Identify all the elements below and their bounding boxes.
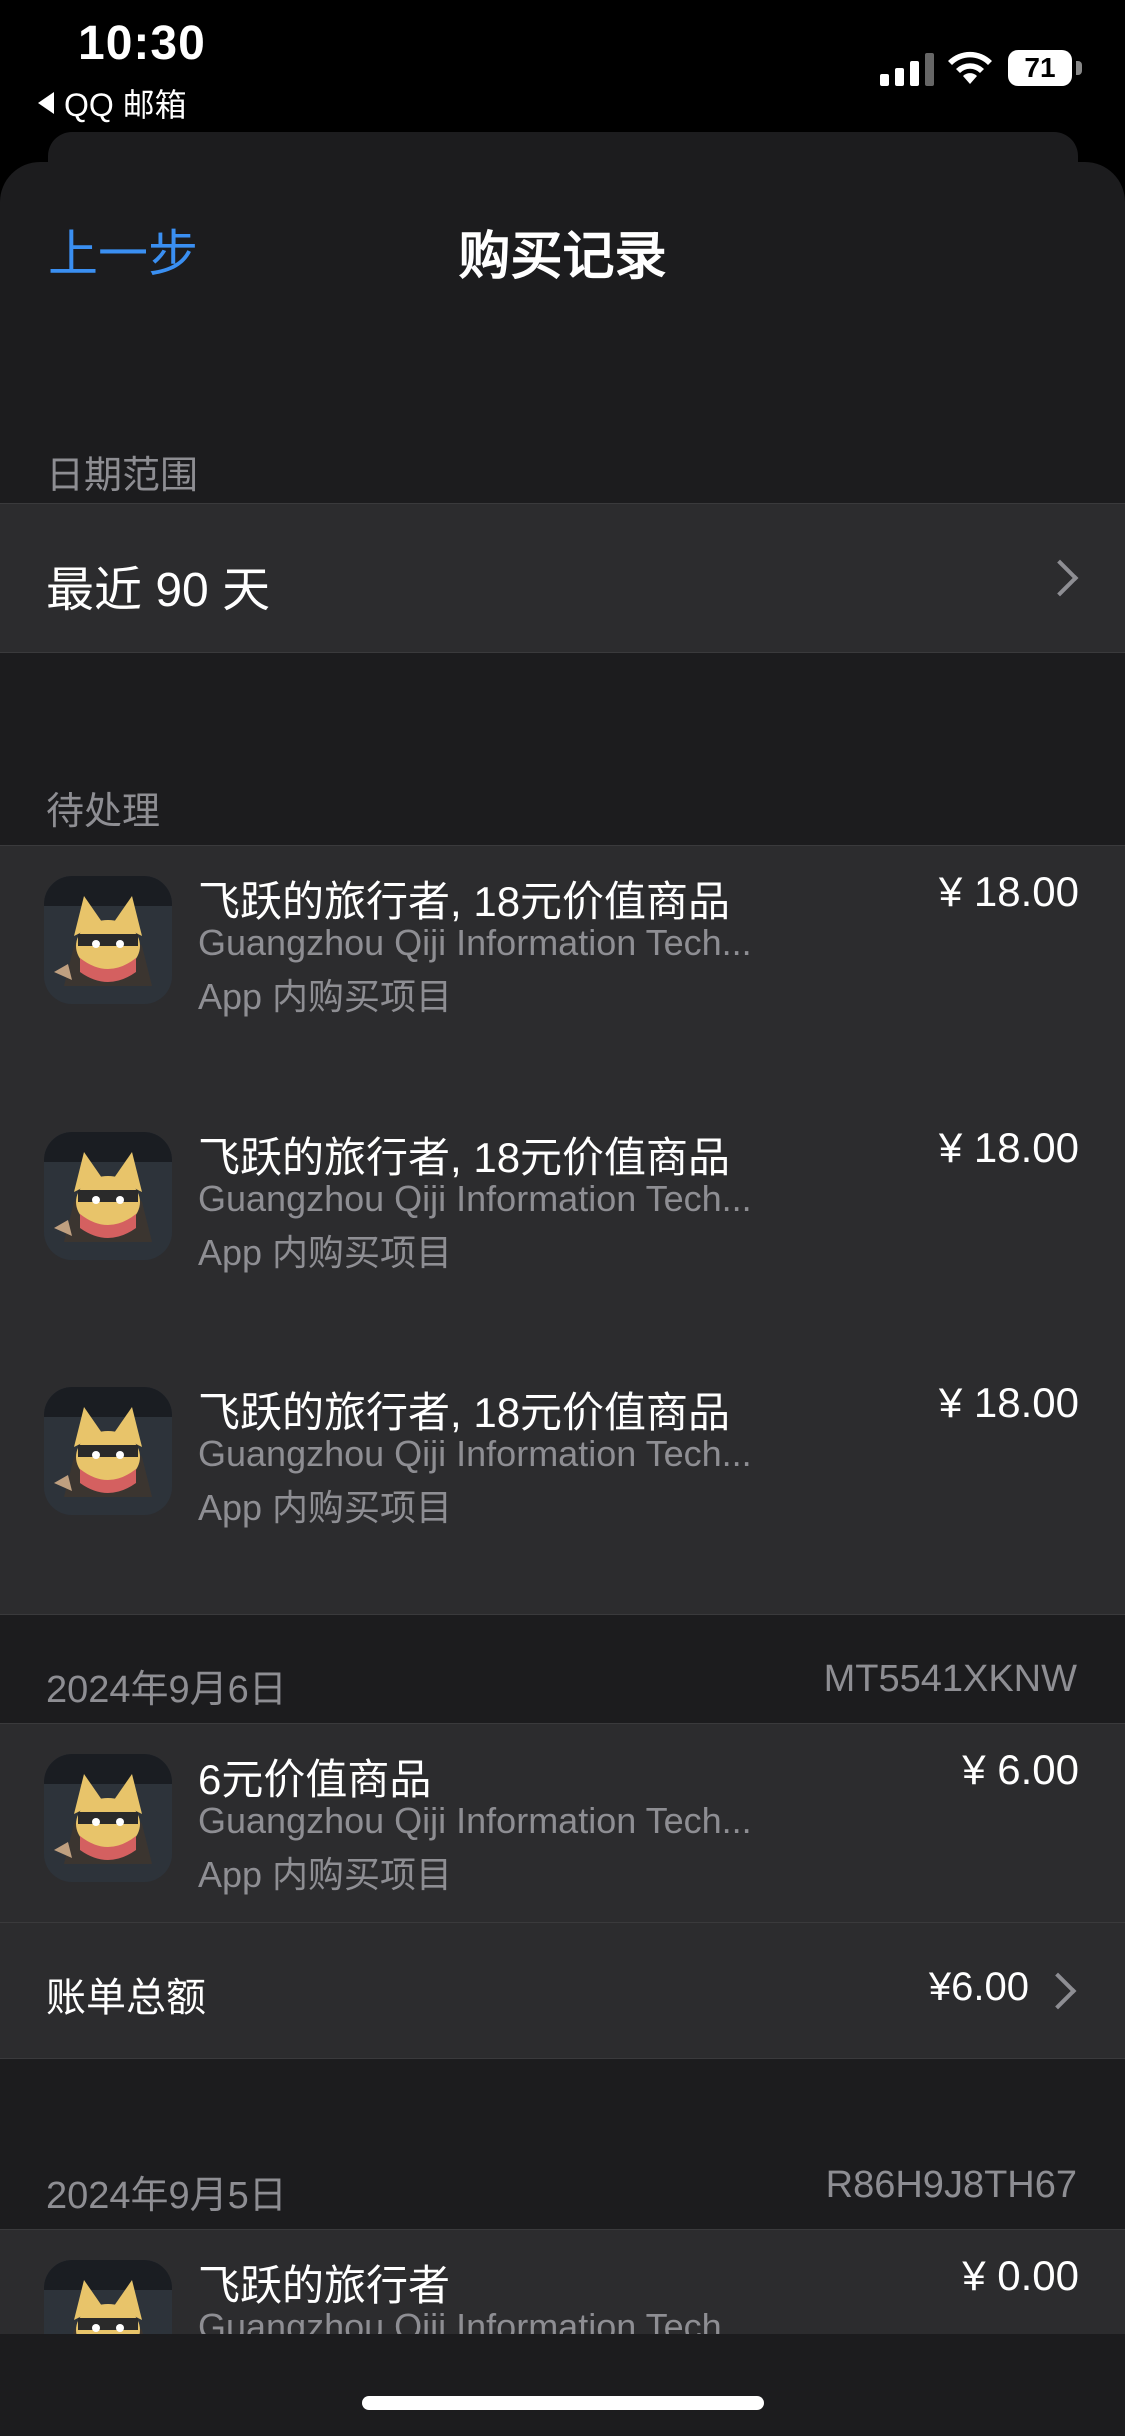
item-developer: Guangzhou Qiji Information Tech...	[198, 1433, 752, 1474]
app-icon	[44, 876, 172, 1004]
bill-total-label: 账单总额	[46, 1976, 206, 2020]
item-type: App 内购买项目	[198, 1487, 453, 1528]
back-to-app-button[interactable]: QQ 邮箱	[38, 80, 187, 126]
app-icon	[44, 1132, 172, 1260]
item-developer: Guangzhou Qiji Information Tech...	[198, 1178, 752, 1219]
item-price: ¥ 0.00	[962, 2252, 1079, 2299]
chevron-right-icon	[1039, 1972, 1077, 2010]
order-date: 2024年9月6日	[46, 1669, 287, 1711]
navigation-bar: 上一步 购买记录	[0, 162, 1125, 332]
page-title: 购买记录	[458, 228, 667, 286]
home-indicator[interactable]	[362, 2396, 764, 2410]
item-price: ¥ 18.00	[938, 868, 1079, 915]
item-price: ¥ 18.00	[938, 1124, 1079, 1171]
chevron-right-icon	[1041, 559, 1079, 597]
app-icon	[44, 1754, 172, 1882]
status-time: 10:30	[78, 17, 206, 70]
item-title: 飞跃的旅行者	[198, 2262, 451, 2309]
item-title: 6元价值商品	[198, 1756, 432, 1803]
back-triangle-icon	[38, 92, 54, 114]
purchase-item[interactable]: 飞跃的旅行者, 18元价值商品 Guangzhou Qiji Informati…	[0, 1102, 1125, 1356]
wifi-icon	[948, 51, 992, 84]
back-app-label: QQ 邮箱	[64, 87, 187, 123]
item-title: 飞跃的旅行者, 18元价值商品	[198, 1389, 731, 1436]
item-type: App 内购买项目	[198, 1232, 453, 1273]
purchase-history-sheet: 上一步 购买记录 日期范围 最近 90 天 待处理 飞跃的旅行者, 18元价值商…	[0, 162, 1125, 2436]
pending-group: 飞跃的旅行者, 18元价值商品 Guangzhou Qiji Informati…	[0, 845, 1125, 1615]
pending-section-label: 待处理	[46, 791, 161, 833]
purchase-item[interactable]: 6元价值商品 Guangzhou Qiji Information Tech..…	[0, 1724, 1125, 1924]
item-developer: Guangzhou Qiji Information Tech...	[198, 922, 752, 963]
date-range-row[interactable]: 最近 90 天	[0, 503, 1125, 653]
purchase-item[interactable]: 飞跃的旅行者, 18元价值商品 Guangzhou Qiji Informati…	[0, 846, 1125, 1100]
battery-level: 71	[1024, 52, 1056, 83]
order-date: 2024年9月5日	[46, 2175, 287, 2217]
item-title: 飞跃的旅行者, 18元价值商品	[198, 1134, 731, 1181]
item-developer: Guangzhou Qiji Information Tech...	[198, 1800, 752, 1841]
battery-cap	[1076, 61, 1082, 75]
bill-total-row[interactable]: 账单总额 ¥6.00	[0, 1923, 1125, 2058]
date-range-value: 最近 90 天	[46, 564, 271, 617]
battery-icon: 71	[1008, 50, 1072, 86]
item-price: ¥ 6.00	[962, 1746, 1079, 1793]
status-bar: 10:30 QQ 邮箱 71	[0, 0, 1125, 130]
item-price: ¥ 18.00	[938, 1379, 1079, 1426]
item-type: App 内购买项目	[198, 1854, 453, 1895]
cellular-signal-icon	[880, 52, 934, 86]
item-title: 飞跃的旅行者, 18元价值商品	[198, 878, 731, 925]
order-id: R86H9J8TH67	[825, 2164, 1077, 2206]
order-id: MT5541XKNW	[823, 1658, 1077, 1700]
item-type: App 内购买项目	[198, 976, 453, 1017]
home-indicator-area	[0, 2334, 1125, 2436]
bill-total-value: ¥6.00	[928, 1965, 1029, 2009]
date-range-section-label: 日期范围	[46, 455, 199, 497]
app-icon	[44, 1387, 172, 1515]
purchase-item[interactable]: 飞跃的旅行者, 18元价值商品 Guangzhou Qiji Informati…	[0, 1357, 1125, 1611]
order-group: 6元价值商品 Guangzhou Qiji Information Tech..…	[0, 1723, 1125, 2059]
